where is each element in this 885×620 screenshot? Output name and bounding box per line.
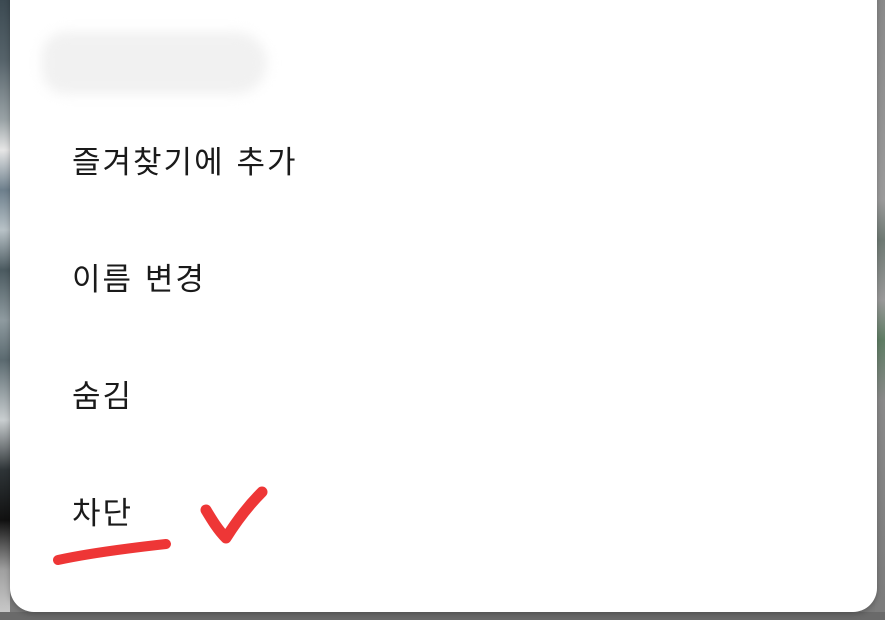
menu-item-add-favorite[interactable]: 즐겨찾기에 추가 — [10, 105, 877, 222]
menu-item-block[interactable]: 차단 — [10, 456, 877, 573]
menu-item-label: 이름 변경 — [72, 262, 206, 298]
context-menu-list: 즐겨찾기에 추가 이름 변경 숨김 차단 — [10, 105, 877, 573]
menu-item-label: 차단 — [72, 496, 134, 532]
background-app-left-edge — [0, 0, 10, 620]
menu-item-hide[interactable]: 숨김 — [10, 339, 877, 456]
menu-item-label: 즐겨찾기에 추가 — [72, 145, 298, 181]
context-menu-sheet: 즐겨찾기에 추가 이름 변경 숨김 차단 — [10, 0, 877, 612]
background-app-bottom-edge — [0, 612, 885, 620]
redacted-chat-name — [42, 32, 267, 94]
menu-item-rename[interactable]: 이름 변경 — [10, 222, 877, 339]
menu-item-label: 숨김 — [72, 379, 134, 415]
